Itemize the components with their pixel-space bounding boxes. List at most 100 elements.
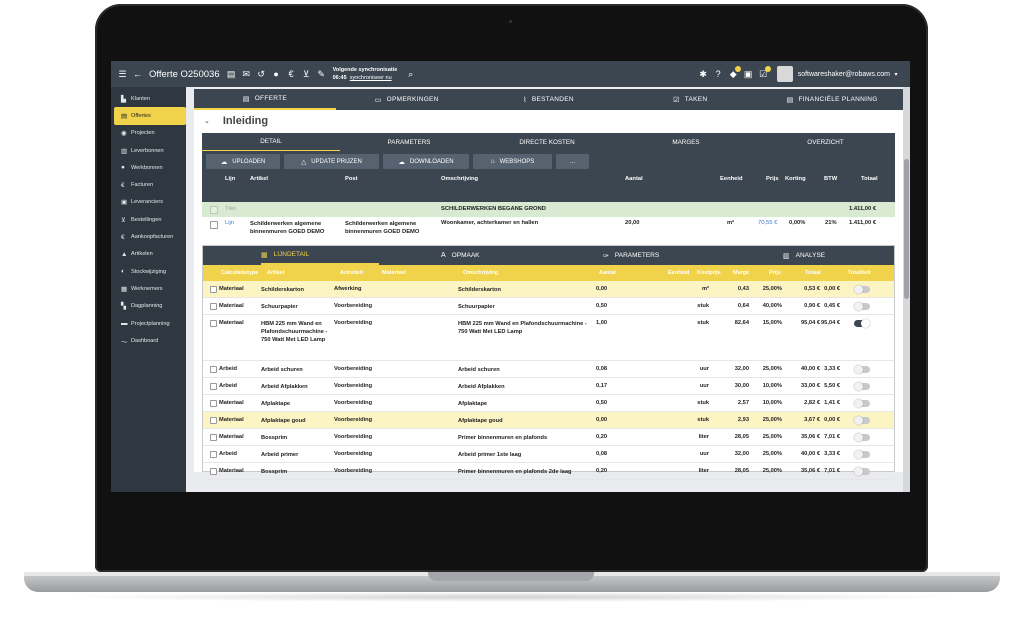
sidebar-item-leveranciers[interactable]: ▣ Leveranciers bbox=[111, 194, 186, 211]
sidebar-item-facturen[interactable]: € Facturen bbox=[111, 176, 186, 193]
table-row[interactable]: Arbeid Arbeid primer Voorbereiding Arbeid p… bbox=[203, 446, 894, 463]
subtab-detail[interactable]: DETAIL bbox=[202, 133, 340, 151]
totaliteit-toggle[interactable] bbox=[854, 467, 870, 476]
sidebar-item-dashboard[interactable]: 〜 Dashboard bbox=[111, 332, 186, 349]
col-lijn[interactable]: Lijn bbox=[225, 176, 235, 182]
totaliteit-toggle[interactable] bbox=[854, 285, 870, 294]
table-row[interactable]: Materiaal Bossprim Voorbereiding Primer bin… bbox=[203, 429, 894, 446]
col-aantal[interactable]: Aantal bbox=[625, 176, 643, 182]
scrollbar-thumb[interactable] bbox=[904, 159, 909, 299]
title-row[interactable]: Titel SCHILDERWERKEN BEGANE GROND 1.411,… bbox=[202, 202, 895, 217]
row-price[interactable]: 70,55 € bbox=[758, 220, 777, 226]
update-prices-button[interactable]: △ UPDATE PRIJZEN bbox=[284, 154, 379, 169]
sidebar-item-leverbonnen[interactable]: ▥ Leverbonnen bbox=[111, 142, 186, 159]
totaliteit-toggle[interactable] bbox=[854, 365, 870, 374]
gear-icon[interactable]: ✱ bbox=[696, 69, 711, 80]
tab-lijndetail[interactable]: ▦ LIJNDETAIL bbox=[261, 246, 379, 265]
bell-icon[interactable]: ◆ bbox=[726, 65, 741, 80]
subtab-marges[interactable]: MARGES bbox=[616, 133, 756, 151]
help-icon[interactable]: ? bbox=[711, 69, 726, 79]
table-row[interactable]: Materiaal Schuurpapier Voorbereiding Schuur… bbox=[203, 298, 894, 315]
col-kostprijs[interactable]: Kostprijs bbox=[697, 270, 721, 276]
history-icon[interactable]: ↺ bbox=[254, 69, 269, 80]
row-checkbox[interactable] bbox=[210, 206, 218, 214]
scrollbar[interactable] bbox=[903, 87, 910, 492]
mail-icon[interactable]: ✉ bbox=[239, 69, 254, 80]
tab-taken[interactable]: ☑ TAKEN bbox=[619, 89, 761, 110]
totaliteit-toggle[interactable] bbox=[854, 302, 870, 311]
col-totaal[interactable]: Totaal bbox=[861, 176, 878, 182]
chevron-down-icon[interactable]: ▾ bbox=[890, 71, 902, 78]
table-row[interactable]: Materiaal Afplaktape Voorbereiding Afplakta… bbox=[203, 395, 894, 412]
search-icon[interactable]: ⌕ bbox=[403, 69, 418, 80]
sidebar-item-offertes[interactable]: ▤ Offertes bbox=[114, 107, 186, 125]
sidebar-item-artikelen[interactable]: ▲ Artikelen bbox=[111, 246, 186, 263]
sidebar-item-werknemers[interactable]: ▦ Werknemers bbox=[111, 280, 186, 297]
sidebar-item-projecten[interactable]: ◉ Projecten bbox=[111, 125, 186, 142]
status-icon[interactable]: ● bbox=[269, 69, 284, 79]
pdf-icon[interactable]: ▤ bbox=[224, 69, 239, 80]
col-prijs[interactable]: Prijs bbox=[766, 176, 779, 182]
row-type[interactable]: Lijn bbox=[225, 220, 234, 226]
sidebar-item-klanten[interactable]: ▙ Klanten bbox=[111, 90, 186, 107]
col-totaal[interactable]: Totaal bbox=[805, 270, 821, 276]
col-activiteit[interactable]: Activiteit bbox=[340, 270, 363, 276]
row-checkbox[interactable] bbox=[210, 417, 217, 424]
clipboard-icon[interactable]: ▣ bbox=[741, 69, 756, 80]
col-korting[interactable]: Korting bbox=[785, 176, 806, 182]
table-row[interactable]: Materiaal HBM 225 mm Wand en Plafondschuu… bbox=[203, 315, 894, 361]
back-arrow-icon[interactable]: ← bbox=[130, 69, 145, 79]
col-calculatietype[interactable]: Calculatietype bbox=[221, 270, 258, 276]
col-eenheid[interactable]: Eenheid bbox=[720, 176, 743, 182]
row-checkbox[interactable] bbox=[210, 400, 217, 407]
col-prijs[interactable]: Prijs bbox=[769, 270, 781, 276]
col-omschrijving[interactable]: Omschrijving bbox=[463, 270, 498, 276]
row-checkbox[interactable] bbox=[210, 434, 217, 441]
table-row[interactable]: Arbeid Arbeid schuren Voorbereiding Arbeid … bbox=[203, 361, 894, 378]
sidebar-item-stockwijziging[interactable]: ◐ Stockwijziging bbox=[111, 263, 186, 280]
totaliteit-toggle[interactable] bbox=[854, 382, 870, 391]
subtab-directe-kosten[interactable]: DIRECTE KOSTEN bbox=[478, 133, 616, 151]
row-checkbox[interactable] bbox=[210, 320, 217, 327]
row-checkbox[interactable] bbox=[210, 468, 217, 475]
row-checkbox[interactable] bbox=[210, 221, 218, 229]
sidebar-item-bestellingen[interactable]: ⊻ Bestellingen bbox=[111, 211, 186, 228]
section-header[interactable]: ⌄ Inleiding bbox=[194, 110, 903, 132]
col-artikel[interactable]: Artikel bbox=[267, 270, 284, 276]
tab-parameters[interactable]: ✑ PARAMETERS bbox=[603, 246, 659, 265]
col-marge[interactable]: Marge bbox=[733, 270, 749, 276]
menu-icon[interactable]: ☰ bbox=[115, 69, 130, 80]
tab-opmaak[interactable]: A OPMAAK bbox=[441, 246, 479, 265]
tab-offerte[interactable]: ▤ OFFERTE bbox=[194, 89, 336, 110]
col-totaliteit[interactable]: Totaliteit bbox=[848, 270, 871, 276]
totaliteit-toggle[interactable] bbox=[854, 433, 870, 442]
totaliteit-toggle[interactable] bbox=[854, 416, 870, 425]
subtab-overzicht[interactable]: OVERZICHT bbox=[756, 133, 895, 151]
sidebar-item-dagplanning[interactable]: ▚ Dagplanning bbox=[111, 298, 186, 315]
col-artikel[interactable]: Artikel bbox=[250, 176, 268, 182]
sidebar-item-aankoopfacturen[interactable]: € Aankoopfacturen bbox=[111, 228, 186, 245]
totaliteit-toggle[interactable] bbox=[854, 399, 870, 408]
row-checkbox[interactable] bbox=[210, 366, 217, 373]
user-email[interactable]: softwareshaker@robaws.com bbox=[798, 71, 890, 78]
row-checkbox[interactable] bbox=[210, 286, 217, 293]
table-row[interactable]: Materiaal Bossprim Voorbereiding Primer bin… bbox=[203, 463, 894, 480]
avatar[interactable] bbox=[776, 66, 793, 82]
sync-now-link[interactable]: synchroniseer nu bbox=[350, 75, 392, 81]
row-checkbox[interactable] bbox=[210, 451, 217, 458]
sidebar-item-werkbonnen[interactable]: ● Werkbonnen bbox=[111, 159, 186, 176]
sidebar-item-projectplanning[interactable]: ▬ Projectplanning bbox=[111, 315, 186, 332]
more-button[interactable]: ... bbox=[556, 154, 589, 169]
table-row[interactable]: Arbeid Arbeid Afplakken Voorbereiding Arbei… bbox=[203, 378, 894, 395]
col-aantal[interactable]: Aantal bbox=[599, 270, 616, 276]
subtab-parameters[interactable]: PARAMETERS bbox=[340, 133, 478, 151]
col-materieel[interactable]: Materieel bbox=[382, 270, 406, 276]
tab-bestanden[interactable]: ⌇ BESTANDEN bbox=[478, 89, 620, 110]
row-checkbox[interactable] bbox=[210, 303, 217, 310]
col-omschrijving[interactable]: Omschrijving bbox=[441, 176, 478, 182]
upload-button[interactable]: ☁ UPLOADEN bbox=[206, 154, 280, 169]
table-row[interactable]: Materiaal Afplaktape goud Voorbereiding Afp… bbox=[203, 412, 894, 429]
tasks-icon[interactable]: ☑ bbox=[756, 65, 771, 80]
download-button[interactable]: ☁ DOWNLOADEN bbox=[383, 154, 469, 169]
table-row[interactable]: Materiaal Schilderskarton Afwerking Schilde… bbox=[203, 281, 894, 298]
